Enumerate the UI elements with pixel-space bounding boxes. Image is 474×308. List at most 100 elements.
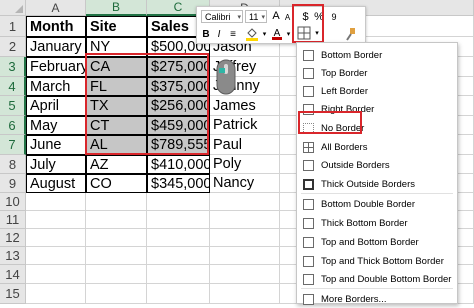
menu-item-top-and-thick-bottom-border[interactable]: Top and Thick Bottom Border xyxy=(297,253,457,270)
empty-cell[interactable] xyxy=(86,211,147,229)
empty-cell[interactable] xyxy=(26,229,86,247)
row-header[interactable]: 6 xyxy=(0,116,26,135)
align-center-button[interactable]: ≡ xyxy=(227,27,239,41)
empty-cell[interactable] xyxy=(147,284,210,304)
table-cell[interactable]: August xyxy=(26,174,86,193)
menu-item-thick-bottom-border[interactable]: Thick Bottom Border xyxy=(297,215,457,232)
menu-item-more-borders[interactable]: More Borders... xyxy=(297,291,457,308)
empty-cell[interactable] xyxy=(210,284,280,304)
column-header-a[interactable]: A xyxy=(26,0,86,16)
table-cell[interactable]: AZ xyxy=(86,155,147,174)
table-cell[interactable]: $375,000 xyxy=(147,77,210,96)
chevron-down-icon[interactable]: ▾ xyxy=(261,28,268,40)
table-cell[interactable]: March xyxy=(26,77,86,96)
row-header[interactable]: 4 xyxy=(0,77,26,96)
row-header[interactable]: 12 xyxy=(0,229,26,247)
chevron-down-icon[interactable]: ▾ xyxy=(285,28,292,40)
bold-button[interactable]: B xyxy=(201,27,211,41)
row-header[interactable]: 11 xyxy=(0,211,26,229)
table-cell[interactable]: Patrick xyxy=(210,116,280,135)
row-header[interactable]: 1 xyxy=(0,16,26,37)
menu-item-top-border[interactable]: Top Border xyxy=(297,65,457,82)
empty-cell[interactable] xyxy=(210,193,280,211)
table-cell[interactable]: $789,555 xyxy=(147,135,210,155)
menu-item-bottom-border[interactable]: Bottom Border xyxy=(297,47,457,64)
increase-font-button[interactable]: A xyxy=(271,9,281,23)
table-cell[interactable]: January xyxy=(26,37,86,57)
row-header[interactable]: 15 xyxy=(0,284,26,304)
table-cell[interactable]: CO xyxy=(86,174,147,193)
menu-item-outside-borders[interactable]: Outside Borders xyxy=(297,157,457,174)
row-header[interactable]: 2 xyxy=(0,37,26,57)
table-cell[interactable]: April xyxy=(26,96,86,116)
menu-item-bottom-double-border[interactable]: Bottom Double Border xyxy=(297,196,457,213)
font-size-box[interactable]: 11 ▾ xyxy=(245,10,267,23)
row-header[interactable]: 14 xyxy=(0,265,26,284)
menu-item-top-and-double-bottom-border[interactable]: Top and Double Bottom Border xyxy=(297,271,457,288)
table-cell[interactable]: June xyxy=(26,135,86,155)
table-cell[interactable]: $345,000 xyxy=(147,174,210,193)
table-cell[interactable]: February xyxy=(26,57,86,77)
table-cell[interactable]: James xyxy=(210,96,280,116)
empty-cell[interactable] xyxy=(86,284,147,304)
empty-cell[interactable] xyxy=(147,229,210,247)
table-cell[interactable]: FL xyxy=(86,77,147,96)
table-cell[interactable]: CT xyxy=(86,116,147,135)
font-name-box[interactable]: Calibri ▾ xyxy=(201,10,243,23)
empty-cell[interactable] xyxy=(26,247,86,265)
empty-cell[interactable] xyxy=(147,265,210,284)
empty-cell[interactable] xyxy=(26,265,86,284)
table-cell[interactable]: Paul xyxy=(210,135,280,155)
no-border-highlight xyxy=(298,111,362,134)
comma-style-button[interactable]: 9 xyxy=(328,10,340,24)
empty-cell[interactable] xyxy=(26,284,86,304)
select-all-corner[interactable] xyxy=(0,0,26,16)
empty-cell[interactable] xyxy=(147,211,210,229)
table-cell[interactable]: $459,000 xyxy=(147,116,210,135)
chevron-down-icon: ▾ xyxy=(237,14,241,21)
empty-cell[interactable] xyxy=(210,265,280,284)
row-header[interactable]: 3 xyxy=(0,57,26,77)
decrease-font-button[interactable]: A xyxy=(283,11,292,23)
empty-cell[interactable] xyxy=(26,211,86,229)
table-cell[interactable]: $275,000 xyxy=(147,57,210,77)
empty-cell[interactable] xyxy=(86,193,147,211)
table-cell[interactable]: CA xyxy=(86,57,147,77)
empty-cell[interactable] xyxy=(210,211,280,229)
row-header[interactable]: 9 xyxy=(0,174,26,193)
table-cell[interactable]: NY xyxy=(86,37,147,57)
menu-item-top-and-bottom-border[interactable]: Top and Bottom Border xyxy=(297,234,457,251)
table-cell[interactable]: $410,000 xyxy=(147,155,210,174)
menu-item-all-borders[interactable]: All Borders xyxy=(297,139,457,156)
empty-cell[interactable] xyxy=(210,229,280,247)
table-cell[interactable]: July xyxy=(26,155,86,174)
table-cell[interactable]: May xyxy=(26,116,86,135)
header-cell[interactable]: Site xyxy=(86,16,147,37)
empty-cell[interactable] xyxy=(86,229,147,247)
header-cell[interactable]: Month xyxy=(26,16,86,37)
italic-button[interactable]: I xyxy=(214,27,224,41)
font-color-button[interactable]: A xyxy=(271,26,283,40)
border-style-icon xyxy=(303,256,314,267)
row-header[interactable]: 13 xyxy=(0,247,26,265)
empty-cell[interactable] xyxy=(86,247,147,265)
menu-item-left-border[interactable]: Left Border xyxy=(297,83,457,100)
menu-item-thick-outside-borders[interactable]: Thick Outside Borders xyxy=(297,176,457,193)
table-cell[interactable]: Nancy xyxy=(210,174,280,193)
empty-cell[interactable] xyxy=(147,193,210,211)
empty-cell[interactable] xyxy=(210,247,280,265)
table-cell[interactable]: TX xyxy=(86,96,147,116)
empty-cell[interactable] xyxy=(26,193,86,211)
table-cell[interactable]: Poly xyxy=(210,155,280,174)
row-header[interactable]: 10 xyxy=(0,193,26,211)
fill-color-button[interactable] xyxy=(245,27,259,41)
row-header[interactable]: 5 xyxy=(0,96,26,116)
table-cell[interactable]: $256,000 xyxy=(147,96,210,116)
empty-cell[interactable] xyxy=(86,265,147,284)
format-painter-button[interactable] xyxy=(343,27,357,41)
row-header[interactable]: 7 xyxy=(0,135,26,155)
empty-cell[interactable] xyxy=(147,247,210,265)
row-header[interactable]: 8 xyxy=(0,155,26,174)
column-header-b[interactable]: B xyxy=(86,0,147,16)
table-cell[interactable]: AL xyxy=(86,135,147,155)
